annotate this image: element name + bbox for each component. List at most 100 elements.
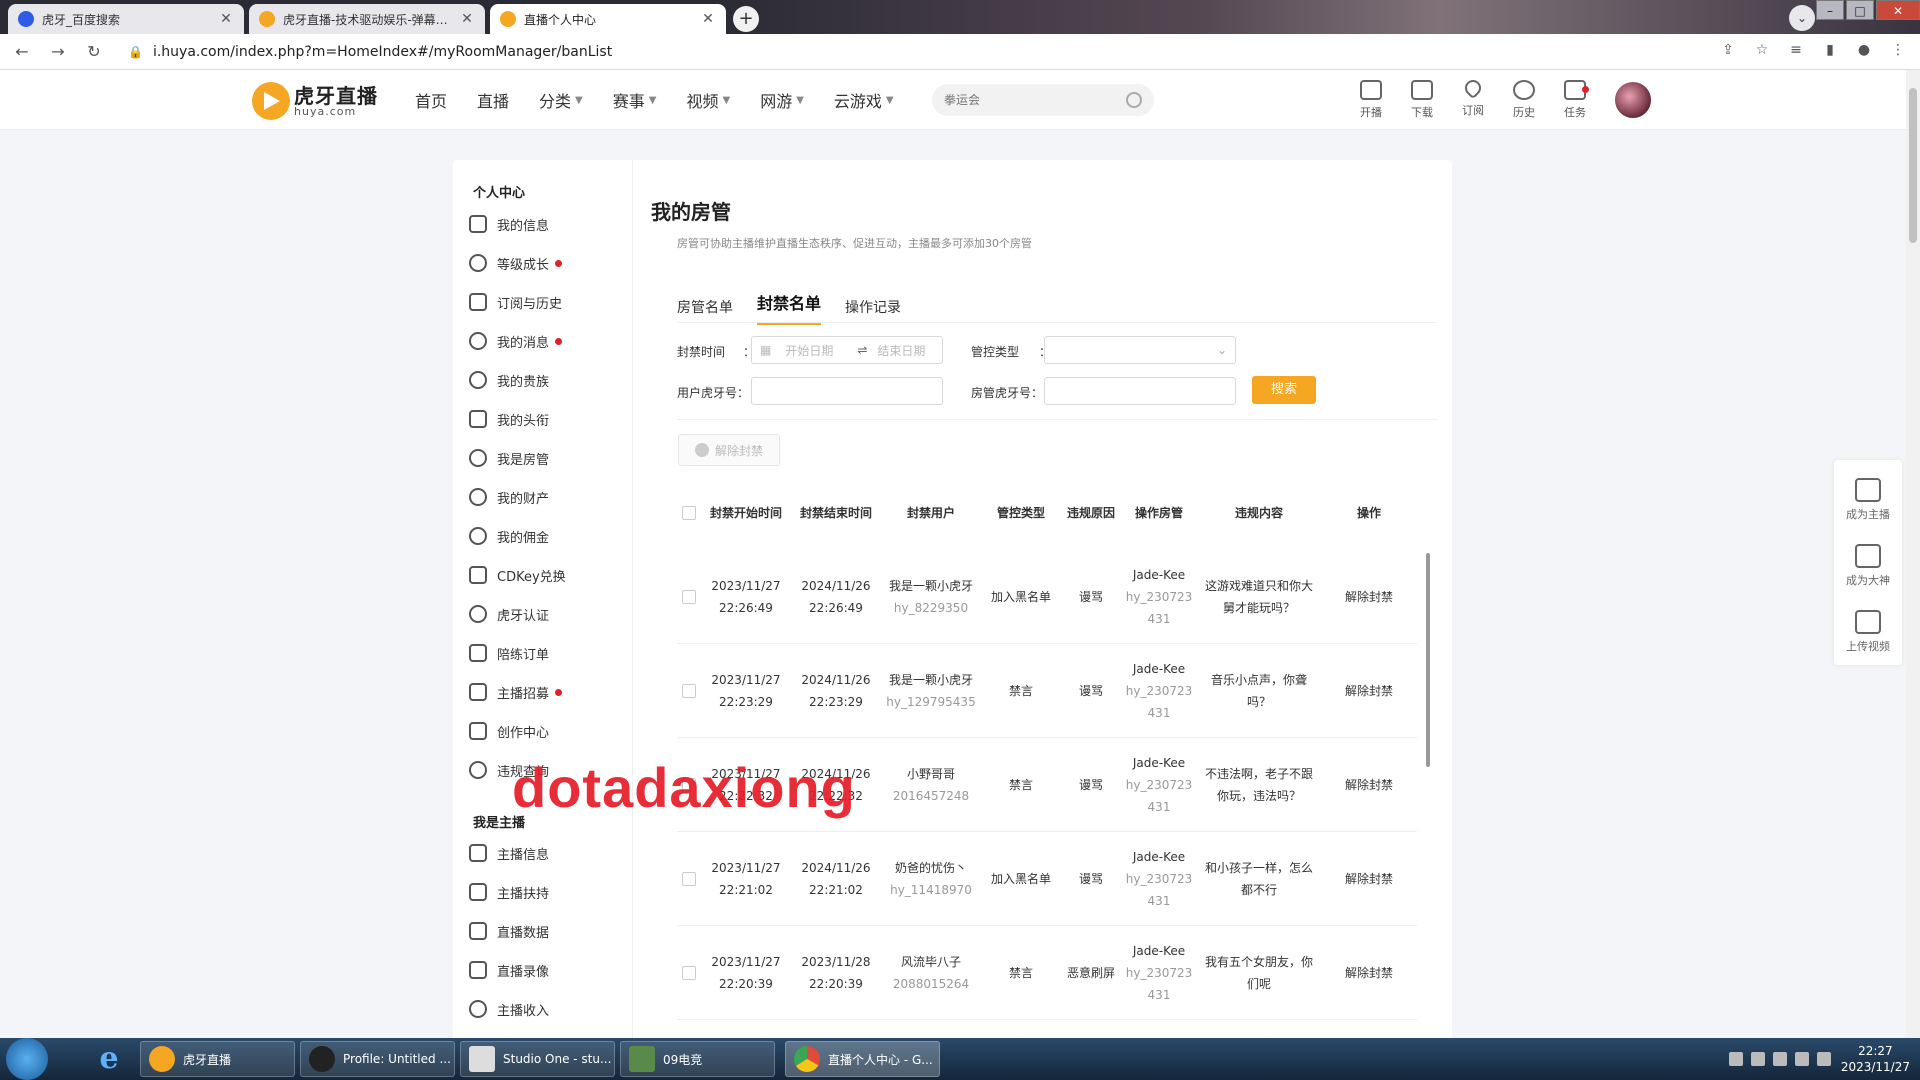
- volume-icon[interactable]: [1816, 1052, 1831, 1066]
- become-streamer-button[interactable]: 成为主播: [1834, 478, 1902, 522]
- close-icon[interactable]: ✕: [700, 11, 716, 27]
- subscribe-button[interactable]: 订阅: [1458, 76, 1488, 120]
- sidebar-item-room-manager[interactable]: 我是房管: [469, 447, 549, 469]
- tab-manager-list[interactable]: 房管名单: [677, 297, 733, 325]
- sidebar-item-streamer-info[interactable]: 主播信息: [469, 842, 549, 864]
- row-checkbox[interactable]: [682, 965, 696, 980]
- sidebar-item-nobility[interactable]: 我的贵族: [469, 369, 549, 391]
- nav-live[interactable]: 直播: [477, 88, 509, 112]
- taskbar-item-obs[interactable]: Profile: Untitled ...: [300, 1041, 455, 1077]
- browser-tab-personal-center[interactable]: 直播个人中心 ✕: [490, 4, 726, 34]
- unban-link[interactable]: 解除封禁: [1321, 586, 1417, 608]
- sidebar-item-subscriptions[interactable]: 订阅与历史: [469, 291, 562, 313]
- tab-ban-list[interactable]: 封禁名单: [757, 290, 822, 325]
- go-live-button[interactable]: 开播: [1356, 80, 1386, 120]
- browser-tab-baidu[interactable]: 虎牙_百度搜索 ✕: [8, 4, 244, 34]
- clock[interactable]: 22:27 2023/11/27: [1841, 1043, 1910, 1075]
- search-button[interactable]: 搜索: [1252, 376, 1316, 404]
- reading-list-icon[interactable]: ≡: [1786, 42, 1806, 58]
- taskbar-item-09esports[interactable]: 09电竞: [620, 1041, 775, 1077]
- sidebar-item-live-data[interactable]: 直播数据: [469, 920, 549, 942]
- nav-video[interactable]: 视频 ▼: [686, 88, 730, 112]
- download-button[interactable]: 下载: [1407, 80, 1437, 120]
- avatar[interactable]: [1613, 80, 1653, 120]
- new-tab-button[interactable]: +: [733, 6, 759, 32]
- taskbar-item-huya[interactable]: 虎牙直播: [140, 1041, 295, 1077]
- security-icon[interactable]: [1794, 1052, 1809, 1066]
- window-close-button[interactable]: ✕: [1876, 0, 1920, 20]
- nav-events[interactable]: 赛事 ▼: [613, 88, 657, 112]
- nav-category[interactable]: 分类 ▼: [539, 88, 583, 112]
- tab-search-icon[interactable]: ⌄: [1789, 5, 1815, 31]
- nav-home[interactable]: 首页: [415, 88, 447, 112]
- menu-icon[interactable]: ⋮: [1888, 42, 1908, 58]
- tasks-button[interactable]: 任务: [1560, 80, 1590, 120]
- sidebar-item-cdkey[interactable]: CDKey兑换: [469, 564, 566, 586]
- sidebar-item-my-info[interactable]: 我的信息: [469, 213, 549, 235]
- close-icon[interactable]: ✕: [218, 11, 234, 27]
- taskbar-item-chrome[interactable]: 直播个人中心 - G...: [785, 1041, 940, 1077]
- row-checkbox[interactable]: [682, 589, 696, 604]
- share-icon[interactable]: ⇪: [1718, 42, 1738, 58]
- minimize-button[interactable]: –: [1816, 0, 1844, 20]
- side-panel-icon[interactable]: ▮: [1820, 42, 1840, 58]
- nav-cloud-games[interactable]: 云游戏 ▼: [834, 88, 894, 112]
- internet-explorer-icon[interactable]: e: [92, 1042, 126, 1076]
- page-scrollbar[interactable]: [1906, 70, 1920, 1038]
- row-checkbox[interactable]: [682, 871, 696, 886]
- huya-logo[interactable]: 虎牙直播 huya.com: [252, 82, 378, 120]
- table-scrollbar[interactable]: [1426, 553, 1430, 767]
- sidebar-item-verification[interactable]: 虎牙认证: [469, 603, 549, 625]
- user-id-input[interactable]: [751, 377, 943, 405]
- sidebar-item-titles[interactable]: 我的头衔: [469, 408, 549, 430]
- profile-icon[interactable]: ●: [1854, 42, 1874, 58]
- forward-icon[interactable]: →: [44, 42, 72, 61]
- select-all-checkbox[interactable]: [682, 506, 696, 520]
- search-input[interactable]: [944, 93, 1126, 107]
- unban-link[interactable]: 解除封禁: [1321, 774, 1417, 796]
- unban-link[interactable]: 解除封禁: [1321, 962, 1417, 984]
- nav-online-games[interactable]: 网游 ▼: [760, 88, 804, 112]
- bookmark-star-icon[interactable]: ☆: [1752, 42, 1772, 58]
- batch-unban-button[interactable]: 解除封禁: [678, 434, 780, 466]
- sidebar-item-recordings[interactable]: 直播录像: [469, 959, 549, 981]
- browser-tab-huya-home[interactable]: 虎牙直播-技术驱动娱乐-弹幕式互 ✕: [249, 4, 485, 34]
- app-tray-icon[interactable]: [1772, 1052, 1787, 1066]
- video-icon: [469, 961, 487, 979]
- unban-link[interactable]: 解除封禁: [1321, 868, 1417, 890]
- upload-video-button[interactable]: 上传视频: [1834, 610, 1902, 654]
- sidebar-item-level[interactable]: 等级成长: [469, 252, 563, 274]
- star-icon: [469, 371, 487, 389]
- start-button[interactable]: [6, 1038, 48, 1080]
- taskbar-item-studio-one[interactable]: Studio One - stu...: [460, 1041, 615, 1077]
- sidebar-item-creation-center[interactable]: 创作中心: [469, 720, 549, 742]
- user-id-field[interactable]: [760, 384, 934, 398]
- sidebar-item-commission[interactable]: 我的佣金: [469, 525, 549, 547]
- become-master-button[interactable]: 成为大神: [1834, 544, 1902, 588]
- control-type-select[interactable]: ⌄: [1044, 336, 1236, 364]
- sidebar-item-streamer-support[interactable]: 主播扶持: [469, 881, 549, 903]
- close-icon[interactable]: ✕: [459, 11, 475, 27]
- back-icon[interactable]: ←: [8, 42, 36, 61]
- reload-icon[interactable]: ↻: [80, 42, 108, 61]
- start-date-field[interactable]: 开始日期: [785, 342, 847, 359]
- date-range-picker[interactable]: ▦ 开始日期 ⇌ 结束日期: [751, 336, 943, 364]
- sidebar-item-income[interactable]: 主播收入: [469, 998, 549, 1020]
- tab-operation-log[interactable]: 操作记录: [845, 297, 901, 325]
- search-icon[interactable]: [1126, 92, 1142, 108]
- end-date-field[interactable]: 结束日期: [877, 342, 925, 359]
- url-field[interactable]: 🔒 i.huya.com/index.php?m=HomeIndex#/myRo…: [128, 44, 612, 60]
- network-icon[interactable]: [1750, 1052, 1765, 1066]
- manager-id-input[interactable]: [1044, 377, 1236, 405]
- sidebar-item-assets[interactable]: 我的财产: [469, 486, 549, 508]
- sidebar-item-messages[interactable]: 我的消息: [469, 330, 563, 352]
- history-button[interactable]: 历史: [1509, 80, 1539, 120]
- unban-link[interactable]: 解除封禁: [1321, 680, 1417, 702]
- maximize-button[interactable]: □: [1846, 0, 1874, 20]
- row-checkbox[interactable]: [682, 683, 696, 698]
- sidebar-item-companion-orders[interactable]: 陪练订单: [469, 642, 549, 664]
- sidebar-item-streamer-recruit[interactable]: 主播招募: [469, 681, 563, 703]
- scrollbar-thumb[interactable]: [1909, 88, 1917, 243]
- manager-id-field[interactable]: [1053, 384, 1227, 398]
- keyboard-icon[interactable]: [1728, 1052, 1743, 1066]
